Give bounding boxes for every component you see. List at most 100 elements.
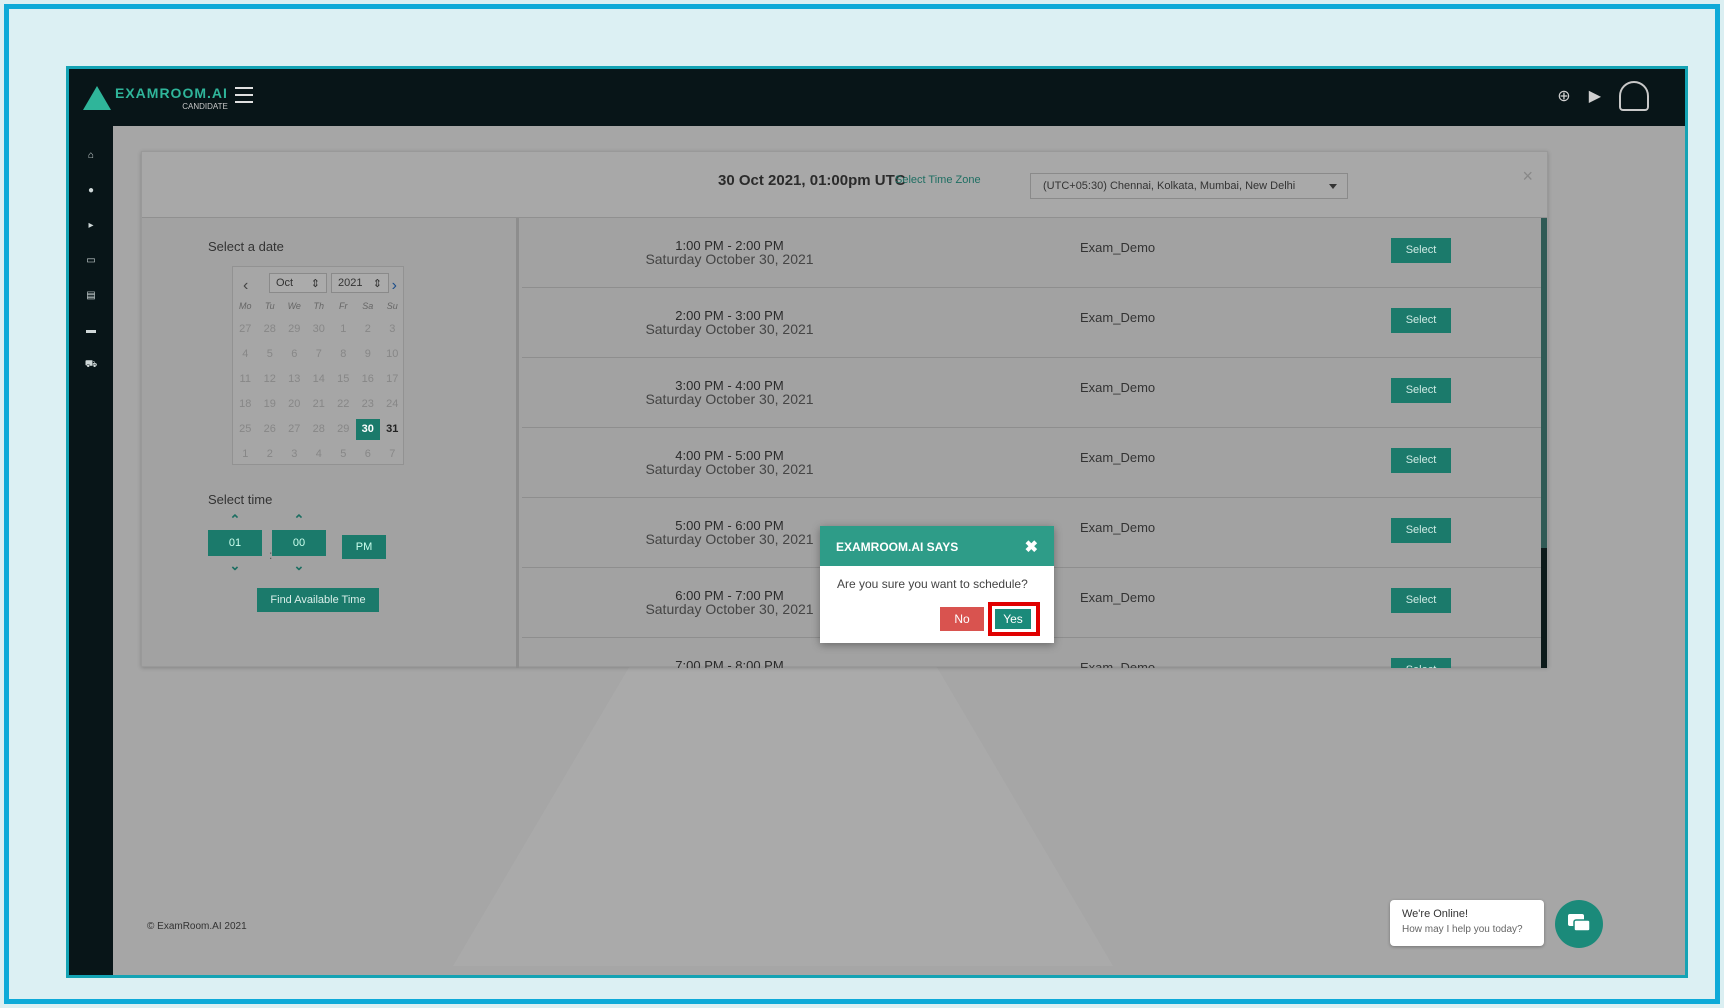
logo-subtitle: CANDIDATE bbox=[182, 101, 228, 111]
calendar-day[interactable]: 20 bbox=[282, 394, 307, 415]
logo-title: EXAMROOM.AI bbox=[115, 84, 228, 101]
calendar-day[interactable]: 6 bbox=[356, 444, 381, 465]
timezone-dropdown[interactable]: (UTC+05:30) Chennai, Kolkata, Mumbai, Ne… bbox=[1030, 173, 1348, 199]
slot-exam-name: Exam_Demo bbox=[1080, 380, 1156, 395]
weekday-label: Fr bbox=[339, 301, 348, 311]
close-icon[interactable]: × bbox=[1522, 166, 1533, 187]
select-slot-button[interactable]: Select bbox=[1391, 518, 1451, 543]
slot-exam-name: Exam_Demo bbox=[1080, 590, 1156, 605]
hour-value[interactable]: 01 bbox=[208, 530, 262, 556]
calendar-day[interactable]: 8 bbox=[331, 344, 356, 365]
calendar-day[interactable]: 19 bbox=[258, 394, 283, 415]
calendar-day[interactable]: 7 bbox=[307, 344, 332, 365]
cart-icon[interactable]: ⛟ bbox=[69, 348, 113, 383]
calendar-day[interactable]: 28 bbox=[307, 419, 332, 440]
select-slot-button[interactable]: Select bbox=[1391, 588, 1451, 613]
dialog-message: Are you sure you want to schedule? bbox=[837, 577, 1028, 591]
select-slot-button[interactable]: Select bbox=[1391, 308, 1451, 333]
calendar-day[interactable]: 27 bbox=[282, 419, 307, 440]
calendar-day[interactable]: 13 bbox=[282, 369, 307, 390]
calendar-icon[interactable]: ▭ bbox=[69, 243, 113, 278]
slot-exam-name: Exam_Demo bbox=[1080, 520, 1156, 535]
calendar-day[interactable]: 17 bbox=[380, 369, 405, 390]
card-icon[interactable]: ▬ bbox=[69, 313, 113, 348]
calendar-day[interactable]: 26 bbox=[258, 419, 283, 440]
chevron-down-icon[interactable]: ⌄ bbox=[272, 559, 326, 572]
chevron-down-icon[interactable]: ⌄ bbox=[208, 559, 262, 572]
calendar-day[interactable]: 23 bbox=[356, 394, 381, 415]
calendar-day[interactable]: 11 bbox=[233, 369, 258, 390]
ampm-toggle[interactable]: PM bbox=[342, 535, 386, 559]
select-date-label: Select a date bbox=[208, 239, 284, 254]
select-slot-button[interactable]: Select bbox=[1391, 378, 1451, 403]
selected-datetime: 30 Oct 2021, 01:00pm UTC bbox=[718, 172, 906, 189]
calendar-day[interactable]: 25 bbox=[233, 419, 258, 440]
find-available-time-button[interactable]: Find Available Time bbox=[257, 588, 379, 612]
calendar-day[interactable]: 31 bbox=[380, 419, 405, 440]
sidebar: ⌂ ● ▸ ▭ ▤ ▬ ⛟ bbox=[69, 126, 113, 975]
month-select[interactable]: Oct ⇕ bbox=[269, 273, 327, 293]
select-timezone-link[interactable]: Select Time Zone bbox=[895, 174, 981, 186]
calendar-day[interactable]: 29 bbox=[331, 419, 356, 440]
calendar-day[interactable]: 12 bbox=[258, 369, 283, 390]
chevron-up-icon[interactable]: ⌃ bbox=[208, 513, 262, 526]
calendar-day[interactable]: 9 bbox=[356, 344, 381, 365]
hour-spinner: ⌃ 01 ⌄ bbox=[208, 513, 262, 572]
calendar-day[interactable]: 30 bbox=[355, 419, 380, 440]
chevron-right-icon[interactable]: › bbox=[392, 277, 397, 295]
time-slot-row: 3:00 PM - 4:00 PM Saturday October 30, 20… bbox=[522, 358, 1547, 428]
logo[interactable]: EXAMROOM.AI CANDIDATE bbox=[83, 81, 228, 115]
calendar-day[interactable]: 16 bbox=[356, 369, 381, 390]
calendar-day[interactable]: 1 bbox=[331, 319, 356, 340]
calendar-day[interactable]: 4 bbox=[233, 344, 258, 365]
calendar-day[interactable]: 29 bbox=[282, 319, 307, 340]
calendar-day[interactable]: 28 bbox=[258, 319, 283, 340]
calendar-day[interactable]: 10 bbox=[380, 344, 405, 365]
calendar-day[interactable]: 3 bbox=[282, 444, 307, 465]
weekday-label: Th bbox=[313, 301, 324, 311]
select-slot-button[interactable]: Select bbox=[1391, 238, 1451, 263]
calendar-day[interactable]: 3 bbox=[380, 319, 405, 340]
calendar-day[interactable]: 2 bbox=[258, 444, 283, 465]
close-icon[interactable]: ✖ bbox=[1025, 537, 1038, 557]
no-button[interactable]: No bbox=[940, 607, 984, 631]
select-slot-button[interactable]: Select bbox=[1391, 448, 1451, 473]
play-icon[interactable]: ▸ bbox=[69, 208, 113, 243]
globe-icon[interactable]: ⊕ bbox=[1557, 86, 1570, 106]
time-slot-row: 4:00 PM - 5:00 PM Saturday October 30, 20… bbox=[522, 428, 1547, 498]
calendar-day[interactable]: 27 bbox=[233, 319, 258, 340]
profile-icon[interactable]: ● bbox=[69, 173, 113, 208]
calendar-day[interactable]: 14 bbox=[307, 369, 332, 390]
slot-date: Saturday October 30, 2021 bbox=[645, 251, 814, 267]
year-select[interactable]: 2021 ⇕ bbox=[331, 273, 389, 293]
chevron-up-icon[interactable]: ⌃ bbox=[272, 513, 326, 526]
yes-button[interactable]: Yes bbox=[995, 609, 1031, 629]
calendar-day[interactable]: 24 bbox=[380, 394, 405, 415]
chat-launcher-button[interactable] bbox=[1555, 900, 1603, 948]
select-time-label: Select time bbox=[208, 492, 273, 507]
calendar-day[interactable]: 6 bbox=[282, 344, 307, 365]
calendar-day[interactable]: 15 bbox=[331, 369, 356, 390]
calendar-day[interactable]: 22 bbox=[331, 394, 356, 415]
chat-prompt[interactable]: We're Online! How may I help you today? bbox=[1390, 900, 1544, 946]
menu-toggle-icon[interactable] bbox=[235, 87, 253, 103]
calendar-day[interactable]: 7 bbox=[380, 444, 405, 465]
calendar-day[interactable]: 2 bbox=[356, 319, 381, 340]
scrollbar[interactable] bbox=[1541, 218, 1547, 668]
calendar-day[interactable]: 21 bbox=[307, 394, 332, 415]
calendar-day[interactable]: 18 bbox=[233, 394, 258, 415]
play-icon[interactable]: ▶ bbox=[1589, 86, 1601, 106]
calendar-day[interactable]: 5 bbox=[258, 344, 283, 365]
home-icon[interactable]: ⌂ bbox=[69, 138, 113, 173]
calendar-day[interactable]: 1 bbox=[233, 444, 258, 465]
calendar-day[interactable]: 5 bbox=[331, 444, 356, 465]
calendar-day[interactable]: 4 bbox=[307, 444, 332, 465]
calendar-day[interactable]: 30 bbox=[307, 319, 332, 340]
chevron-left-icon[interactable]: ‹ bbox=[243, 277, 248, 295]
select-slot-button[interactable]: Select bbox=[1391, 658, 1451, 668]
scrollbar-thumb[interactable] bbox=[1541, 548, 1547, 668]
slot-date: Saturday October 30, 2021 bbox=[645, 321, 814, 337]
document-icon[interactable]: ▤ bbox=[69, 278, 113, 313]
user-avatar-icon[interactable] bbox=[1619, 81, 1649, 111]
minute-value[interactable]: 00 bbox=[272, 530, 326, 556]
